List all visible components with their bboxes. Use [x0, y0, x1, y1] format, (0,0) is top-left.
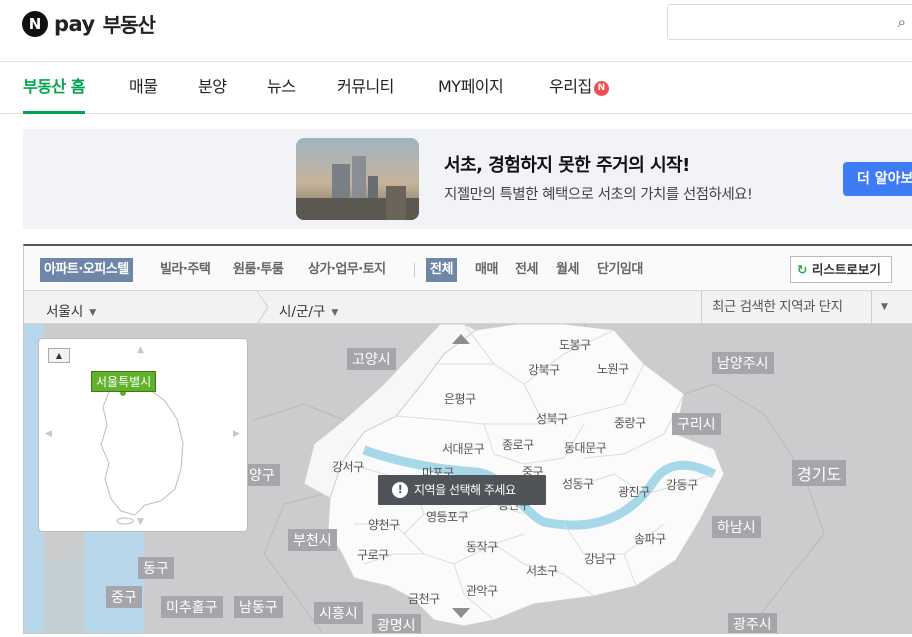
district-gangbuk[interactable]: 강북구: [528, 361, 560, 378]
pan-up-icon[interactable]: ▲: [137, 345, 144, 355]
district-select[interactable]: 시/군/구 ▼: [279, 300, 338, 320]
list-view-button[interactable]: ↻ 리스트로보기: [790, 256, 892, 283]
district-seongdong[interactable]: 성동구: [562, 475, 594, 492]
tab-mypage[interactable]: MY페이지: [438, 62, 504, 114]
district-jongno[interactable]: 종로구: [502, 436, 534, 453]
region-label-gwangmyeong[interactable]: 광명시: [372, 614, 421, 633]
search-input[interactable]: ⌕: [667, 4, 912, 40]
list-view-label: 리스트로보기: [811, 262, 881, 277]
filter-deal-shortterm[interactable]: 단기임대: [597, 258, 643, 282]
district-gwanak[interactable]: 관악구: [466, 582, 498, 599]
collapse-minimap-button[interactable]: ▲: [48, 348, 70, 363]
map-panel: 아파트·오피스텔 빌라·주택 원룸·투룸 상가·업무·토지 전체 매매 전세 월…: [23, 244, 912, 634]
tab-realestate-home[interactable]: 부동산 홈: [23, 62, 85, 114]
district-yangcheon[interactable]: 양천구: [368, 516, 400, 533]
filter-oneroom-tworoom[interactable]: 원룸·투룸: [233, 258, 284, 282]
alert-icon: !: [392, 482, 408, 498]
promo-banner[interactable]: 서초, 경험하지 못한 주거의 시작! 지젤만의 특별한 혜택으로 서초의 가치…: [23, 129, 912, 229]
region-label-dong-gu[interactable]: 동구: [138, 557, 174, 579]
tab-news[interactable]: 뉴스: [267, 62, 296, 114]
region-label-bucheon[interactable]: 부천시: [288, 529, 337, 551]
n-logo-icon: N: [22, 10, 48, 37]
city-select[interactable]: 서울시 ▼: [46, 300, 96, 320]
region-label-gyeonggi[interactable]: 경기도: [792, 460, 847, 486]
region-label-namyangju[interactable]: 남양주시: [712, 352, 774, 374]
city-select-value: 서울시: [46, 304, 84, 320]
district-select-value: 시/군/구: [279, 304, 326, 320]
tab-community[interactable]: 커뮤니티: [337, 62, 394, 114]
region-label-goyang[interactable]: 고양시: [347, 348, 396, 370]
search-icon[interactable]: ⌕: [898, 13, 906, 31]
filter-apartment-officetel[interactable]: 아파트·오피스텔: [40, 258, 133, 282]
seoul-marker-label[interactable]: 서울특별시: [91, 371, 157, 392]
district-gangdong[interactable]: 강동구: [666, 476, 698, 493]
district-guro[interactable]: 구로구: [357, 546, 389, 563]
district-eunpyeong[interactable]: 은평구: [444, 390, 476, 407]
district-jungnang[interactable]: 중랑구: [614, 414, 646, 431]
promo-title: 서초, 경험하지 못한 주거의 시작!: [444, 155, 690, 176]
region-label-michuhol[interactable]: 미추홀구: [161, 596, 223, 618]
district-gangnam[interactable]: 강남구: [584, 550, 616, 567]
filter-divider: [414, 263, 415, 277]
promo-subtitle: 지젤만의 특별한 혜택으로 서초의 가치를 선점하세요!: [444, 187, 753, 203]
region-label-gwangju[interactable]: 광주시: [728, 613, 777, 633]
naver-pay-logo[interactable]: N pay 부동산: [22, 9, 156, 38]
district-yeongdeungpo[interactable]: 영등포구: [426, 508, 469, 525]
property-filter-bar: 아파트·오피스텔 빌라·주택 원룸·투룸 상가·업무·토지 전체 매매 전세 월…: [24, 246, 912, 291]
promo-image: [296, 138, 419, 220]
refresh-icon: ↻: [797, 262, 808, 277]
district-gwangjin[interactable]: 광진구: [618, 483, 650, 500]
district-nowon[interactable]: 노원구: [597, 360, 629, 377]
tab-my-home[interactable]: 우리집 N: [549, 62, 609, 114]
top-header: N pay 부동산 ⌕: [0, 0, 912, 62]
region-label-namdong[interactable]: 남동구: [234, 596, 283, 618]
korea-minimap-icon: [100, 382, 184, 525]
filter-deal-sale[interactable]: 매매: [475, 258, 498, 282]
filter-commercial-land[interactable]: 상가·업무·토지: [308, 258, 386, 282]
filter-deal-jeonse[interactable]: 전세: [515, 258, 538, 282]
region-label-yanggu[interactable]: 양구: [244, 464, 280, 486]
select-region-notice: ! 지역을 선택해 주세요: [378, 475, 546, 505]
minimap[interactable]: ▲ ▲ ▼ ◀ ▶ 서울특별시: [38, 338, 248, 532]
filter-villa-house[interactable]: 빌라·주택: [160, 258, 211, 282]
district-seodaemun[interactable]: 서대문구: [442, 440, 485, 457]
filter-deal-monthly[interactable]: 월세: [556, 258, 579, 282]
pay-logo-text: pay: [54, 11, 95, 36]
region-label-guri[interactable]: 구리시: [672, 413, 721, 435]
main-nav: 부동산 홈 매물 분양 뉴스 커뮤니티 MY페이지 우리집 N: [0, 62, 912, 114]
promo-learn-more-button[interactable]: 더 알아보: [843, 162, 912, 196]
new-badge: N: [593, 81, 609, 96]
region-selector-bar: 서울시 ▼ 시/군/구 ▼ 최근 검색한 지역과 단지 ▼: [24, 291, 912, 324]
district-seongbuk[interactable]: 성북구: [536, 410, 568, 427]
pan-right-icon[interactable]: ▶: [233, 429, 240, 439]
pan-left-icon[interactable]: ◀: [45, 429, 52, 439]
region-label-hanam[interactable]: 하남시: [712, 516, 761, 538]
filter-deal-all[interactable]: 전체: [426, 258, 457, 282]
district-geumcheon[interactable]: 금천구: [408, 590, 440, 607]
tab-my-home-label: 우리집: [549, 77, 592, 96]
service-title: 부동산: [102, 13, 156, 37]
district-dobong[interactable]: 도봉구: [559, 336, 591, 353]
district-songpa[interactable]: 송파구: [634, 530, 666, 547]
breadcrumb-arrow-icon: [256, 291, 269, 324]
district-dongjak[interactable]: 동작구: [466, 538, 498, 555]
region-label-siheung[interactable]: 시흥시: [314, 602, 363, 624]
chevron-down-icon: ▼: [89, 308, 97, 318]
tab-presale[interactable]: 분양: [198, 62, 227, 114]
seoul-map[interactable]: 고양시 남양주시 구리시 경기도 하남시 부천시 동구 중구 미추홀구 남동구 …: [24, 324, 912, 633]
tab-listings[interactable]: 매물: [129, 62, 158, 114]
select-region-notice-text: 지역을 선택해 주세요: [414, 483, 516, 497]
region-label-jung-gu-incheon[interactable]: 중구: [106, 586, 142, 608]
recent-search-select[interactable]: 최근 검색한 지역과 단지: [701, 291, 871, 324]
chevron-down-icon[interactable]: ▼: [871, 291, 897, 324]
district-seocho[interactable]: 서초구: [526, 562, 558, 579]
district-gangseo[interactable]: 강서구: [332, 458, 364, 475]
district-dongdaemun[interactable]: 동대문구: [564, 439, 607, 456]
chevron-down-icon: ▼: [331, 308, 339, 318]
